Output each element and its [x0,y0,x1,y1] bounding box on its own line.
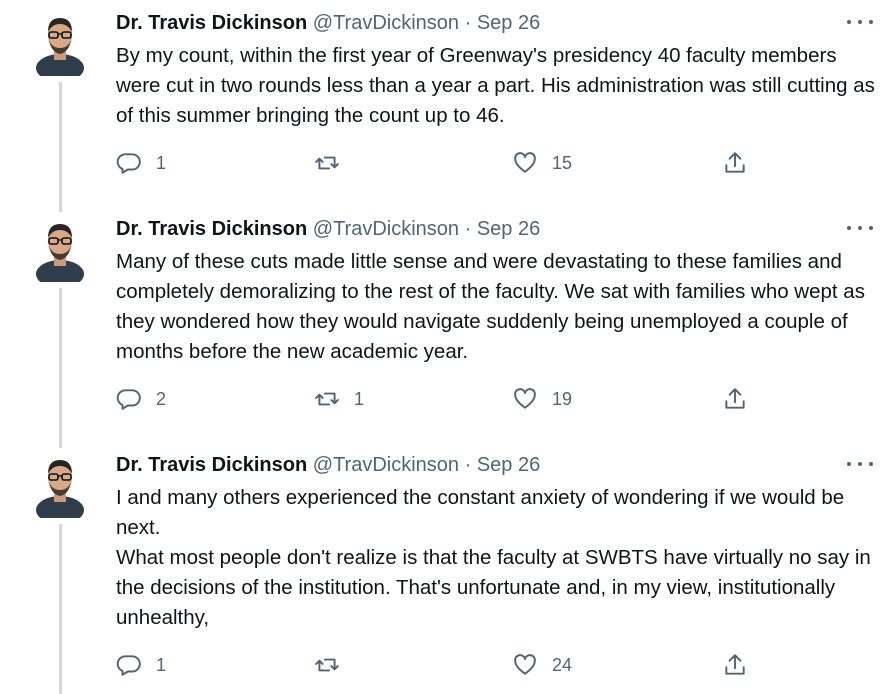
heart-icon [514,388,536,409]
like-count: 24 [552,654,573,675]
tweet-text: Many of these cuts made little sense and… [116,247,876,367]
tweet[interactable]: Dr. Travis Dickinson @TravDickinson · Se… [0,442,895,694]
reply-button[interactable]: 1 [116,651,166,679]
author-name[interactable]: Dr. Travis Dickinson [116,454,307,476]
tweet-actions: 1 24 [116,651,756,679]
author-handle[interactable]: @TravDickinson [313,454,459,476]
tweet-text: By my count, within the first year of Gr… [116,41,876,131]
like-button[interactable]: 15 [512,149,572,177]
avatar[interactable] [34,216,86,288]
share-icon [725,152,745,173]
tweet-header: Dr. Travis Dickinson @TravDickinson · Se… [116,9,540,37]
more-dots-icon[interactable] [847,454,873,474]
retweet-button[interactable]: 1 [314,385,364,413]
tweet-actions: 2 1 19 [116,385,756,413]
share-button[interactable] [722,149,748,177]
share-icon [725,654,745,675]
retweet-button[interactable] [314,149,354,177]
like-button[interactable]: 24 [512,651,572,679]
author-handle[interactable]: @TravDickinson [313,218,459,240]
tweet[interactable]: Dr. Travis Dickinson @TravDickinson · Se… [0,0,895,212]
retweet-icon [315,658,339,672]
reply-icon [116,389,141,410]
tweet-date[interactable]: Sep 26 [477,218,540,240]
like-count: 15 [552,152,573,173]
tweet-header: Dr. Travis Dickinson @TravDickinson · Se… [116,215,540,243]
reply-count: 2 [156,388,167,409]
tweet-header: Dr. Travis Dickinson @TravDickinson · Se… [116,451,540,479]
reply-button[interactable]: 1 [116,149,166,177]
tweet[interactable]: Dr. Travis Dickinson @TravDickinson · Se… [0,206,895,448]
more-dots-icon[interactable] [847,12,873,32]
author-name[interactable]: Dr. Travis Dickinson [116,218,307,240]
more-dots-icon[interactable] [847,218,873,238]
tweet-date[interactable]: Sep 26 [477,12,540,34]
thread-connector-line [59,288,62,448]
thread-connector-line [59,524,62,694]
retweet-count: 1 [354,388,365,409]
heart-icon [514,654,536,675]
share-icon [725,388,745,409]
reply-icon [116,655,141,676]
share-button[interactable] [722,651,748,679]
avatar[interactable] [34,452,86,524]
tweet-thread: Dr. Travis Dickinson @TravDickinson · Se… [0,0,895,694]
avatar[interactable] [34,10,86,82]
tweet-paragraph: What most people don't realize is that t… [116,546,871,629]
tweet-paragraph: Many of these cuts made little sense and… [116,250,865,363]
meta-separator: · [464,454,472,476]
meta-separator: · [464,218,472,240]
retweet-button[interactable] [314,651,354,679]
tweet-date[interactable]: Sep 26 [477,454,540,476]
reply-button[interactable]: 2 [116,385,166,413]
reply-icon [116,153,141,174]
thread-connector-line [59,82,62,212]
heart-icon [514,152,536,173]
tweet-paragraph: By my count, within the first year of Gr… [116,44,875,127]
share-button[interactable] [722,385,748,413]
like-button[interactable]: 19 [512,385,572,413]
meta-separator: · [464,12,472,34]
tweet-text: I and many others experienced the consta… [116,483,876,633]
reply-count: 1 [156,152,167,173]
retweet-icon [315,156,339,170]
author-handle[interactable]: @TravDickinson [313,12,459,34]
tweet-actions: 1 15 [116,149,756,177]
reply-count: 1 [156,654,167,675]
tweet-paragraph: I and many others experienced the consta… [116,486,845,539]
retweet-icon [315,392,339,406]
like-count: 19 [552,388,573,409]
author-name[interactable]: Dr. Travis Dickinson [116,12,307,34]
